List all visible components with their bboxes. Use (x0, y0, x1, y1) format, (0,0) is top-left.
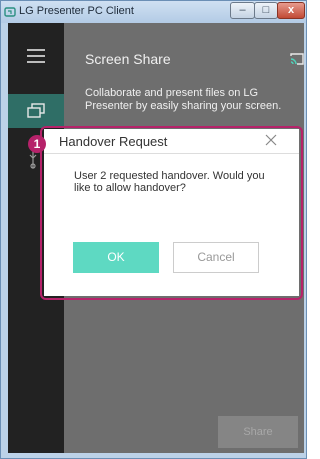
title-bar[interactable]: LG Presenter PC Client – □ x (1, 1, 306, 23)
lg-presenter-app-icon (4, 7, 16, 17)
minimize-button[interactable]: – (230, 2, 255, 19)
screen-share-icon (27, 103, 45, 118)
dialog-title: Handover Request (59, 134, 168, 149)
cancel-button[interactable]: Cancel (173, 242, 259, 273)
page-description: Collaborate and present files on LG Pres… (85, 87, 282, 112)
close-window-button[interactable]: x (277, 2, 305, 19)
handover-request-dialog: Handover Request User 2 requested handov… (44, 129, 299, 296)
page-title: Screen Share (85, 51, 171, 67)
hamburger-menu-icon[interactable] (27, 49, 45, 63)
window-title: LG Presenter PC Client (19, 5, 134, 17)
dialog-divider (44, 153, 299, 154)
dialog-message: User 2 requested handover. Would you lik… (74, 170, 265, 194)
maximize-button[interactable]: □ (254, 2, 278, 19)
sidebar-item-screen-share[interactable] (8, 94, 64, 128)
cast-icon[interactable] (290, 53, 304, 65)
close-icon[interactable] (264, 133, 278, 147)
ok-button[interactable]: OK (73, 242, 159, 273)
step-number-badge: 1 (28, 135, 46, 153)
share-button[interactable]: Share (218, 416, 298, 448)
